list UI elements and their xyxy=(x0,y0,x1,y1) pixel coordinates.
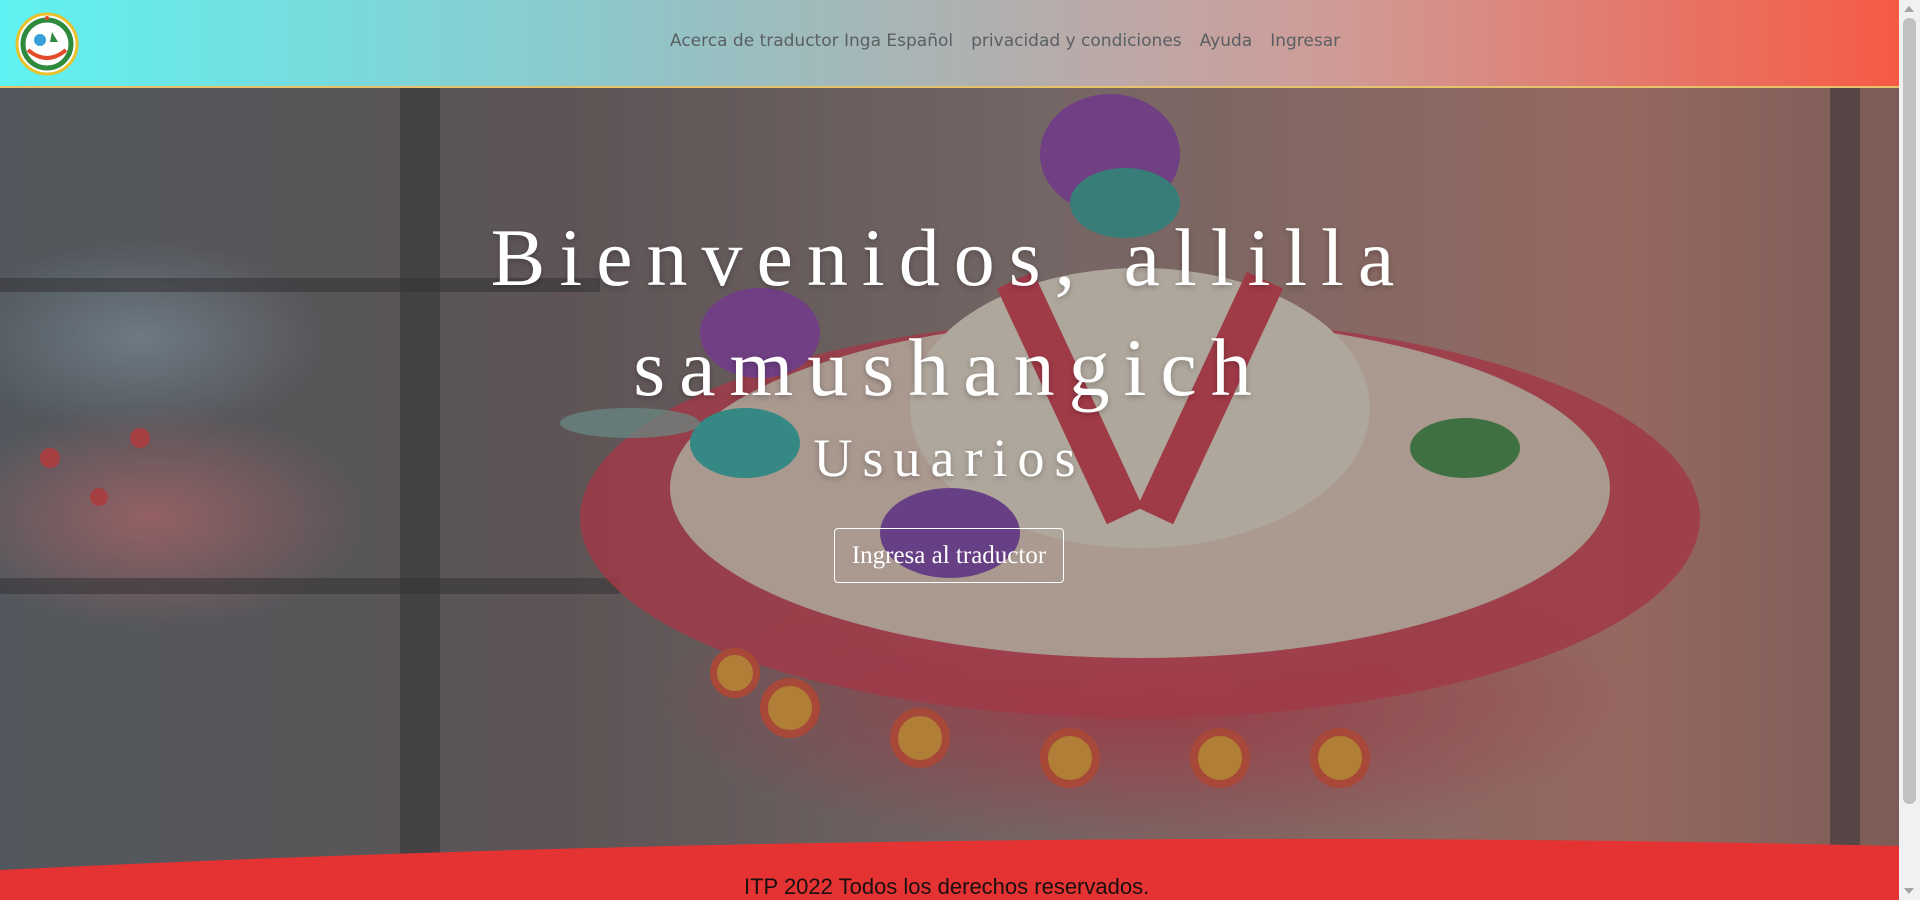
hero-section: Bienvenidos, allilla samushangich Usuari… xyxy=(0,88,1899,900)
nav-link-ayuda[interactable]: Ayuda xyxy=(1200,31,1253,51)
footer-copyright: ITP 2022 Todos los derechos reservados. xyxy=(744,874,1150,899)
hero-title-line1: Bienvenidos, allilla xyxy=(490,212,1409,303)
navbar: Acerca de traductor Inga Español privaci… xyxy=(0,0,1899,88)
nav-link-privacidad[interactable]: privacidad y condiciones xyxy=(971,31,1182,51)
hero-subtitle: Usuarios xyxy=(813,428,1086,488)
nav-menu: Acerca de traductor Inga Español privaci… xyxy=(670,31,1340,51)
itp-logo-icon[interactable] xyxy=(14,10,80,78)
scroll-thumb[interactable] xyxy=(1903,18,1916,804)
page-scrollbar[interactable] xyxy=(1899,0,1920,900)
nav-link-ingresar[interactable]: Ingresar xyxy=(1270,31,1340,51)
scroll-down-icon[interactable] xyxy=(1904,888,1914,894)
hero-heading-group: Bienvenidos, allilla samushangich Usuari… xyxy=(0,203,1899,488)
hero-title-line2: samushangich xyxy=(633,322,1266,413)
nav-link-acerca[interactable]: Acerca de traductor Inga Español xyxy=(670,31,953,51)
scroll-up-icon[interactable] xyxy=(1904,6,1914,12)
translator-cta-button[interactable]: Ingresa al traductor xyxy=(834,528,1064,583)
